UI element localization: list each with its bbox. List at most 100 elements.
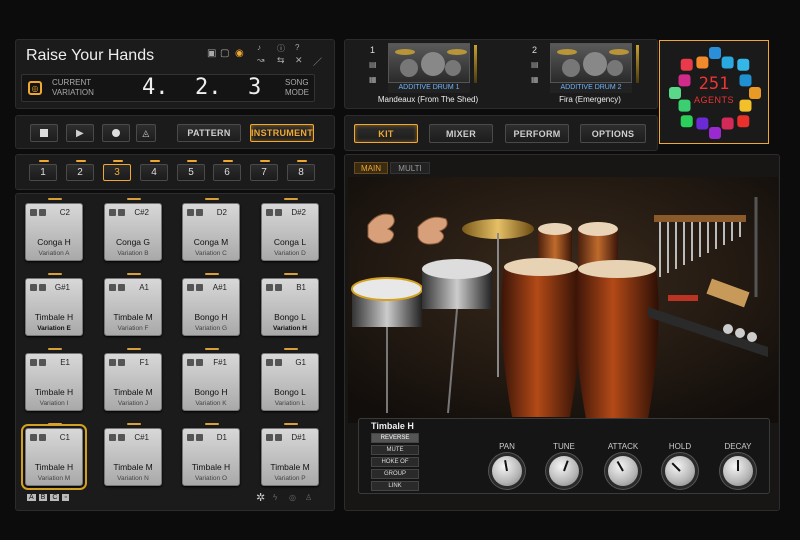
pan-knob[interactable] bbox=[492, 456, 522, 486]
pad-menu-icon[interactable] bbox=[109, 359, 116, 366]
variation-number-2[interactable]: 2 bbox=[66, 160, 94, 181]
pad-menu-icon[interactable] bbox=[266, 209, 273, 216]
slot-list-icon[interactable]: ▦ bbox=[531, 75, 539, 84]
pad-3[interactable]: D2 Conga M Variation C bbox=[182, 198, 240, 261]
close-icon[interactable]: ✕ bbox=[295, 55, 303, 66]
variation-number-3[interactable]: 3 bbox=[103, 160, 131, 181]
options-button[interactable]: OPTIONS bbox=[580, 124, 646, 143]
pad-14[interactable]: C#1 Timbale M Variation N bbox=[104, 423, 162, 486]
kit-button[interactable]: KIT bbox=[354, 124, 418, 143]
perform-button[interactable]: PERFORM bbox=[505, 124, 569, 143]
pad-2[interactable]: C#2 Conga G Variation B bbox=[104, 198, 162, 261]
variation-number-1[interactable]: 1 bbox=[29, 160, 57, 181]
pad-menu-icon[interactable] bbox=[109, 284, 116, 291]
pad-settings-icon[interactable] bbox=[118, 284, 125, 291]
hold-knob[interactable] bbox=[665, 456, 695, 486]
tab-multi[interactable]: MULTI bbox=[390, 162, 430, 174]
choke-option[interactable]: HOKE OF bbox=[371, 457, 419, 467]
pad-settings-icon[interactable] bbox=[275, 284, 282, 291]
page-icon[interactable]: ▢ bbox=[220, 48, 229, 59]
pad-1[interactable]: C2 Conga H Variation A bbox=[25, 198, 83, 261]
pad-settings-icon[interactable] bbox=[275, 434, 282, 441]
slot-list-icon[interactable]: ▦ bbox=[369, 75, 377, 84]
mute-option[interactable]: MUTE bbox=[371, 445, 419, 455]
group-option[interactable]: GROUP bbox=[371, 469, 419, 479]
pad-settings-icon[interactable] bbox=[118, 209, 125, 216]
pad-settings-icon[interactable] bbox=[118, 359, 125, 366]
tool-icon[interactable]: ϟ bbox=[273, 493, 277, 502]
pad-6[interactable]: A1 Timbale M Variation F bbox=[104, 273, 162, 336]
shuffle-icon[interactable]: ⇆ bbox=[277, 55, 285, 66]
instrument-slot-1[interactable]: 1 ▤ ▦ ADDITIVE DRUM 1 Mandeaux (From The She… bbox=[358, 43, 488, 105]
pad-settings-icon[interactable] bbox=[275, 359, 282, 366]
pad-menu-icon[interactable] bbox=[30, 434, 37, 441]
variation-number-8[interactable]: 8 bbox=[287, 160, 315, 181]
pad-10[interactable]: F1 Timbale M Variation J bbox=[104, 348, 162, 411]
slot-menu-icon[interactable]: ▤ bbox=[531, 60, 539, 69]
pad-menu-icon[interactable] bbox=[30, 359, 37, 366]
conga-left-instrument[interactable] bbox=[501, 258, 581, 417]
pad-menu-icon[interactable] bbox=[187, 209, 194, 216]
mixer-button[interactable]: MIXER bbox=[429, 124, 493, 143]
pad-menu-icon[interactable] bbox=[30, 209, 37, 216]
grid-icon[interactable]: ▣ bbox=[207, 48, 216, 59]
pad-menu-icon[interactable] bbox=[187, 284, 194, 291]
agents-badge[interactable]: 251 AGENTS bbox=[659, 40, 769, 144]
sync-icon[interactable]: ◉ bbox=[235, 48, 244, 59]
play-button[interactable]: ▶ bbox=[66, 124, 94, 142]
link-icon[interactable]: ↝ bbox=[257, 55, 265, 66]
pad-settings-icon[interactable] bbox=[196, 284, 203, 291]
letter-c-button[interactable]: C bbox=[50, 494, 60, 501]
pad-settings-icon[interactable] bbox=[196, 209, 203, 216]
pad-16[interactable]: D#1 Timbale M Variation P bbox=[261, 423, 319, 486]
pad-8[interactable]: B1 Bongo L Variation H bbox=[261, 273, 319, 336]
pad-settings-icon[interactable] bbox=[118, 434, 125, 441]
variation-number-5[interactable]: 5 bbox=[177, 160, 205, 181]
pad-menu-icon[interactable] bbox=[266, 359, 273, 366]
tab-main[interactable]: MAIN bbox=[354, 162, 388, 174]
help-icon[interactable]: ? bbox=[295, 43, 299, 52]
reverse-option[interactable]: REVERSE bbox=[371, 433, 419, 443]
pad-12[interactable]: G1 Bongo L Variation L bbox=[261, 348, 319, 411]
pad-menu-icon[interactable] bbox=[109, 434, 116, 441]
variation-number-6[interactable]: 6 bbox=[213, 160, 241, 181]
lock-icon[interactable]: ▫ bbox=[62, 494, 69, 501]
instrument-slot-2[interactable]: 2 ▤ ▦ ADDITIVE DRUM 2 Fira (Emergency) bbox=[520, 43, 650, 105]
instrument-button[interactable]: INSTRUMENT bbox=[250, 124, 314, 142]
pad-settings-icon[interactable] bbox=[39, 434, 46, 441]
record-button[interactable] bbox=[102, 124, 130, 142]
metronome-icon[interactable]: ♪ bbox=[257, 43, 261, 52]
settings-icon[interactable]: ✲ bbox=[256, 491, 265, 504]
pad-settings-icon[interactable] bbox=[275, 209, 282, 216]
pad-menu-icon[interactable] bbox=[30, 284, 37, 291]
link-option[interactable]: LINK bbox=[371, 481, 419, 491]
slot-menu-icon[interactable]: ▤ bbox=[369, 60, 377, 69]
pad-settings-icon[interactable] bbox=[196, 359, 203, 366]
letter-b-button[interactable]: B bbox=[38, 494, 48, 501]
pad-menu-icon[interactable] bbox=[187, 359, 194, 366]
pad-13[interactable]: C1 Timbale H Variation M bbox=[21, 423, 87, 490]
pad-settings-icon[interactable] bbox=[39, 209, 46, 216]
conga-right-instrument[interactable] bbox=[575, 260, 659, 419]
pad-7[interactable]: A#1 Bongo H Variation G bbox=[182, 273, 240, 336]
stop-button[interactable] bbox=[30, 124, 58, 142]
pad-settings-icon[interactable] bbox=[39, 284, 46, 291]
pad-9[interactable]: E1 Timbale H Variation I bbox=[25, 348, 83, 411]
letter-a-button[interactable]: A bbox=[27, 494, 36, 501]
pad-11[interactable]: F#1 Bongo H Variation K bbox=[182, 348, 240, 411]
pad-menu-icon[interactable] bbox=[109, 209, 116, 216]
variation-number-7[interactable]: 7 bbox=[250, 160, 278, 181]
pen-icon[interactable]: ／ bbox=[313, 55, 322, 68]
pad-menu-icon[interactable] bbox=[266, 434, 273, 441]
variation-number-4[interactable]: 4 bbox=[140, 160, 168, 181]
attack-knob[interactable] bbox=[608, 456, 638, 486]
quantize-button[interactable]: ◬ bbox=[136, 124, 156, 142]
pad-menu-icon[interactable] bbox=[266, 284, 273, 291]
pad-settings-icon[interactable] bbox=[196, 434, 203, 441]
info-icon[interactable]: ⓘ bbox=[277, 43, 285, 54]
pad-menu-icon[interactable] bbox=[187, 434, 194, 441]
user-icon[interactable]: ♙ bbox=[305, 493, 312, 502]
variation-icon[interactable]: ◎ bbox=[28, 81, 42, 95]
decay-knob[interactable] bbox=[723, 456, 753, 486]
pad-15[interactable]: D1 Timbale H Variation O bbox=[182, 423, 240, 486]
